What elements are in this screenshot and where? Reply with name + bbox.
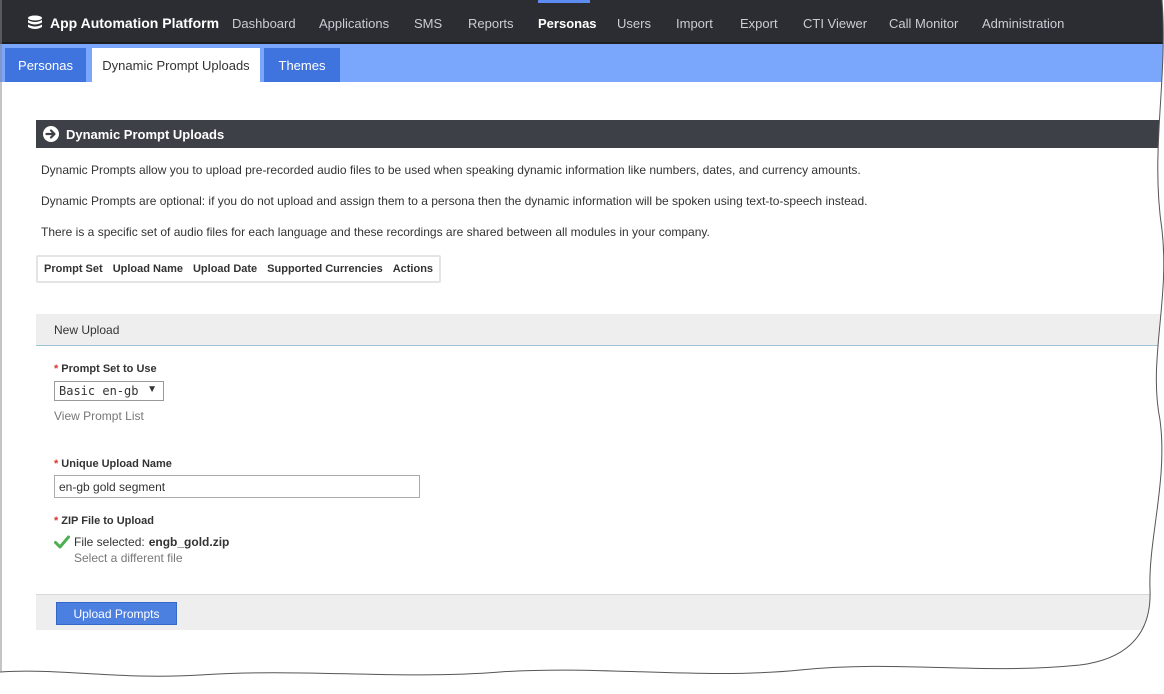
select-different-file-clip: Select a different file	[74, 551, 183, 562]
section-title: Dynamic Prompt Uploads	[66, 126, 225, 142]
column-header-prompt-set[interactable]: Prompt Set	[44, 263, 103, 275]
nav-call-monitor[interactable]: Call Monitor	[889, 16, 958, 31]
nav-dashboard[interactable]: Dashboard	[232, 16, 296, 31]
nav-users[interactable]: Users	[617, 16, 651, 31]
upload-name-input[interactable]: en-gb gold segment	[54, 475, 420, 498]
required-marker: *	[54, 515, 59, 527]
required-marker: *	[54, 363, 59, 375]
view-prompt-list-link[interactable]: View Prompt List	[54, 409, 144, 423]
zip-file-label: * ZIP File to Upload	[54, 515, 154, 527]
sub-tab-bar: Personas Dynamic Prompt Uploads Themes	[0, 44, 1164, 82]
top-navigation-bar: App Automation Platform Dashboard Applic…	[0, 0, 1164, 44]
section-header: Dynamic Prompt Uploads	[36, 120, 1164, 148]
caret-down-icon: ▼	[147, 384, 157, 395]
upload-prompts-button[interactable]: Upload Prompts	[56, 602, 177, 625]
arrow-circle-right-icon	[43, 126, 59, 142]
description-paragraph-1: Dynamic Prompts allow you to upload pre-…	[41, 163, 861, 177]
description-paragraph-2: Dynamic Prompts are optional: if you do …	[41, 194, 868, 208]
upload-name-label: * Unique Upload Name	[54, 458, 172, 470]
prompt-set-select[interactable]: Basic en-gb ▼	[54, 381, 164, 401]
nav-personas[interactable]: Personas	[538, 16, 597, 31]
nav-cti-viewer[interactable]: CTI Viewer	[803, 16, 867, 31]
required-marker: *	[54, 458, 59, 470]
database-stack-icon	[28, 15, 42, 29]
select-different-file-link[interactable]: Select a different file	[74, 551, 183, 562]
app-brand[interactable]: App Automation Platform	[26, 14, 219, 32]
nav-export[interactable]: Export	[740, 16, 778, 31]
new-upload-title: New Upload	[54, 322, 120, 337]
file-selected-row: File selected: engb_gold.zip	[54, 535, 229, 549]
column-header-upload-date[interactable]: Upload Date	[193, 263, 257, 275]
column-header-supported-currencies[interactable]: Supported Currencies	[267, 263, 383, 275]
nav-sms[interactable]: SMS	[414, 16, 442, 31]
column-header-upload-name[interactable]: Upload Name	[113, 263, 183, 275]
torn-edge	[0, 0, 1164, 694]
file-selected-prefix: File selected:	[74, 535, 145, 549]
nav-applications[interactable]: Applications	[319, 16, 389, 31]
form-footer: Upload Prompts	[36, 594, 1164, 630]
file-name: engb_gold.zip	[148, 535, 230, 549]
tab-personas[interactable]: Personas	[5, 48, 86, 82]
nav-import[interactable]: Import	[676, 16, 713, 31]
uploads-table: Prompt Set Upload Name Upload Date Suppo…	[36, 255, 442, 283]
nav-administration[interactable]: Administration	[982, 16, 1064, 31]
tab-themes[interactable]: Themes	[264, 48, 340, 82]
description-paragraph-3: There is a specific set of audio files f…	[41, 225, 710, 239]
nav-reports[interactable]: Reports	[468, 16, 514, 31]
new-upload-header: New Upload	[36, 314, 1164, 346]
tab-dynamic-prompt-uploads[interactable]: Dynamic Prompt Uploads	[92, 48, 260, 82]
prompt-set-label: * Prompt Set to Use	[54, 363, 157, 375]
nav-active-indicator	[538, 0, 590, 3]
column-header-actions[interactable]: Actions	[393, 263, 433, 275]
app-title: App Automation Platform	[50, 15, 220, 31]
prompt-set-value: Basic en-gb	[59, 384, 139, 398]
checkmark-icon	[54, 535, 70, 549]
